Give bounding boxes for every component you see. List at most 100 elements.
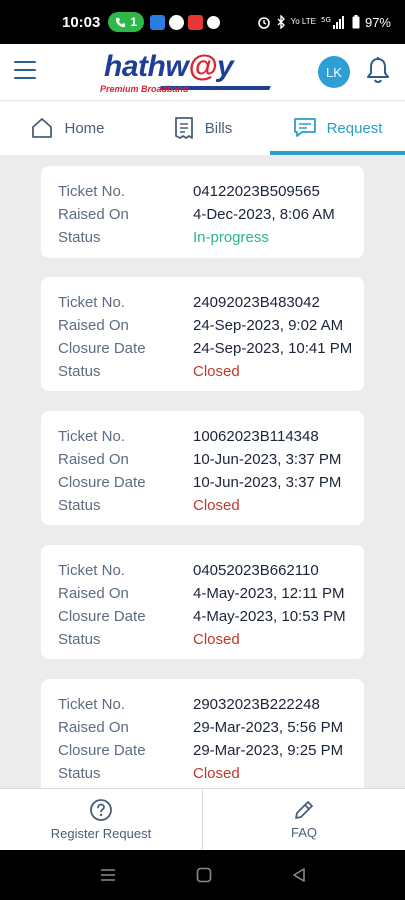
ticket-row: Raised On 4-May-2023, 12:11 PM bbox=[58, 582, 364, 605]
status-time: 10:03 bbox=[62, 13, 101, 31]
cloud-app-icon bbox=[150, 14, 166, 30]
faq-button[interactable]: FAQ bbox=[203, 789, 405, 850]
ticket-row: Raised On 10-Jun-2023, 3:37 PM bbox=[58, 448, 364, 471]
status-label: Status bbox=[58, 497, 101, 514]
status-value: Closed bbox=[193, 363, 240, 380]
closure-date-value: 10-Jun-2023, 3:37 PM bbox=[193, 474, 342, 491]
ticket-row: Closure Date 10-Jun-2023, 3:37 PM bbox=[58, 471, 364, 494]
call-count: 1 bbox=[130, 15, 138, 29]
ticket-row: Ticket No. 24092023B483042 bbox=[58, 291, 364, 314]
raised-on-value: 10-Jun-2023, 3:37 PM bbox=[193, 451, 342, 468]
home-nav-icon[interactable] bbox=[196, 867, 212, 883]
register-request-button[interactable]: Register Request bbox=[0, 789, 203, 850]
raised-on-value: 4-May-2023, 12:11 PM bbox=[193, 585, 345, 602]
raised-on-label: Raised On bbox=[58, 317, 129, 334]
chrome-icon bbox=[207, 15, 221, 29]
status-label: Status bbox=[58, 363, 101, 380]
ticket-no-label: Ticket No. bbox=[58, 183, 125, 200]
ticket-row: Closure Date 4-May-2023, 10:53 PM bbox=[58, 605, 364, 628]
tab-home-label: Home bbox=[64, 119, 105, 137]
bluetooth-icon bbox=[277, 15, 285, 29]
signal-icon: 5G bbox=[321, 16, 344, 29]
battery-icon bbox=[352, 15, 360, 29]
tab-bar: Home Bills Request bbox=[0, 100, 405, 155]
status-right-group: Yo LTE 5G 97% bbox=[257, 15, 391, 30]
ticket-no-label: Ticket No. bbox=[58, 294, 125, 311]
ticket-row: Ticket No. 29032023B222248 bbox=[58, 693, 364, 716]
closure-date-label: Closure Date bbox=[58, 742, 146, 759]
ticket-row: Raised On 24-Sep-2023, 9:02 AM bbox=[58, 314, 364, 337]
closure-date-value: 24-Sep-2023, 10:41 PM bbox=[193, 340, 353, 357]
status-value: Closed bbox=[193, 631, 240, 648]
ticket-no-value: 29032023B222248 bbox=[193, 696, 320, 713]
bell-icon[interactable] bbox=[365, 56, 391, 84]
bottom-action-bar: Register Request FAQ bbox=[0, 788, 405, 850]
ongoing-call-pill[interactable]: 1 bbox=[108, 12, 145, 32]
ticket-no-value: 24092023B483042 bbox=[193, 294, 320, 311]
raised-on-value: 24-Sep-2023, 9:02 AM bbox=[193, 317, 344, 334]
home-icon bbox=[32, 118, 53, 138]
user-avatar[interactable]: LK bbox=[318, 56, 350, 88]
tab-bills[interactable]: Bills bbox=[135, 101, 270, 155]
ticket-card[interactable]: Ticket No. 29032023B222248 Raised On 29-Ma… bbox=[41, 679, 364, 788]
raised-on-label: Raised On bbox=[58, 451, 129, 468]
closure-date-label: Closure Date bbox=[58, 608, 146, 625]
ticket-row: Ticket No. 10062023B114348 bbox=[58, 425, 364, 448]
ticket-no-label: Ticket No. bbox=[58, 696, 125, 713]
ticket-row: Status In-progress bbox=[58, 226, 364, 249]
phone-icon bbox=[116, 17, 126, 27]
ticket-row: Ticket No. 04052023B662110 bbox=[58, 559, 364, 582]
ticket-row: Status Closed bbox=[58, 628, 364, 651]
ticket-list[interactable]: Ticket No. 04122023B509565 Raised On 4-Dec… bbox=[0, 155, 405, 788]
notification-app-icon bbox=[188, 14, 204, 30]
ticket-row: Raised On 4-Dec-2023, 8:06 AM bbox=[58, 203, 364, 226]
pencil-icon bbox=[295, 801, 313, 819]
ticket-row: Raised On 29-Mar-2023, 5:56 PM bbox=[58, 716, 364, 739]
closure-date-label: Closure Date bbox=[58, 474, 146, 491]
raised-on-label: Raised On bbox=[58, 719, 129, 736]
status-value: Closed bbox=[193, 497, 240, 514]
svg-text:5G: 5G bbox=[321, 16, 331, 24]
status-label: Status bbox=[58, 229, 101, 246]
whatsapp-icon bbox=[169, 14, 185, 30]
back-icon[interactable] bbox=[292, 867, 306, 883]
chat-icon bbox=[293, 118, 316, 137]
help-circle-icon bbox=[90, 799, 112, 821]
closure-date-value: 4-May-2023, 10:53 PM bbox=[193, 608, 346, 625]
ticket-row: Status Closed bbox=[58, 762, 364, 785]
closure-date-value: 29-Mar-2023, 9:25 PM bbox=[193, 742, 344, 759]
logo-tagline: Premium Broadband bbox=[100, 84, 189, 94]
tab-request-label: Request bbox=[326, 119, 383, 137]
system-nav-bar bbox=[0, 850, 405, 900]
raised-on-label: Raised On bbox=[58, 206, 129, 223]
ticket-row: Status Closed bbox=[58, 360, 364, 383]
recent-apps-icon[interactable] bbox=[100, 868, 116, 882]
hathway-logo: hathw@y Premium Broadband bbox=[100, 50, 271, 96]
ticket-no-value: 04122023B509565 bbox=[193, 183, 320, 200]
app-header: hathw@y Premium Broadband LK bbox=[0, 44, 405, 100]
tab-home[interactable]: Home bbox=[0, 101, 135, 155]
ticket-row: Closure Date 24-Sep-2023, 10:41 PM bbox=[58, 337, 364, 360]
ticket-no-value: 10062023B114348 bbox=[193, 428, 319, 445]
battery-level: 97% bbox=[364, 14, 391, 30]
network-type: Yo LTE bbox=[290, 17, 316, 26]
ticket-card[interactable]: Ticket No. 24092023B483042 Raised On 24-Se… bbox=[41, 277, 364, 391]
menu-icon[interactable] bbox=[14, 61, 36, 81]
status-label: Status bbox=[58, 631, 101, 648]
ticket-row: Closure Date 29-Mar-2023, 9:25 PM bbox=[58, 739, 364, 762]
raised-on-label: Raised On bbox=[58, 585, 129, 602]
ticket-card[interactable]: Ticket No. 04122023B509565 Raised On 4-Dec… bbox=[41, 166, 364, 258]
register-request-label: Register Request bbox=[50, 826, 152, 841]
logo-wordmark: hathw@y bbox=[104, 50, 234, 83]
status-value: In-progress bbox=[193, 229, 269, 246]
status-bar: 10:03 1 Yo LTE 5G 97% bbox=[0, 0, 405, 44]
ticket-card[interactable]: Ticket No. 04052023B662110 Raised On 4-May… bbox=[41, 545, 364, 659]
tab-bills-label: Bills bbox=[204, 119, 233, 137]
ticket-card[interactable]: Ticket No. 10062023B114348 Raised On 10-Ju… bbox=[41, 411, 364, 525]
tab-request[interactable]: Request bbox=[270, 101, 405, 155]
status-label: Status bbox=[58, 765, 101, 782]
ticket-row: Ticket No. 04122023B509565 bbox=[58, 180, 364, 203]
ticket-row: Status Closed bbox=[58, 494, 364, 517]
raised-on-value: 29-Mar-2023, 5:56 PM bbox=[193, 719, 344, 736]
ticket-no-label: Ticket No. bbox=[58, 562, 125, 579]
